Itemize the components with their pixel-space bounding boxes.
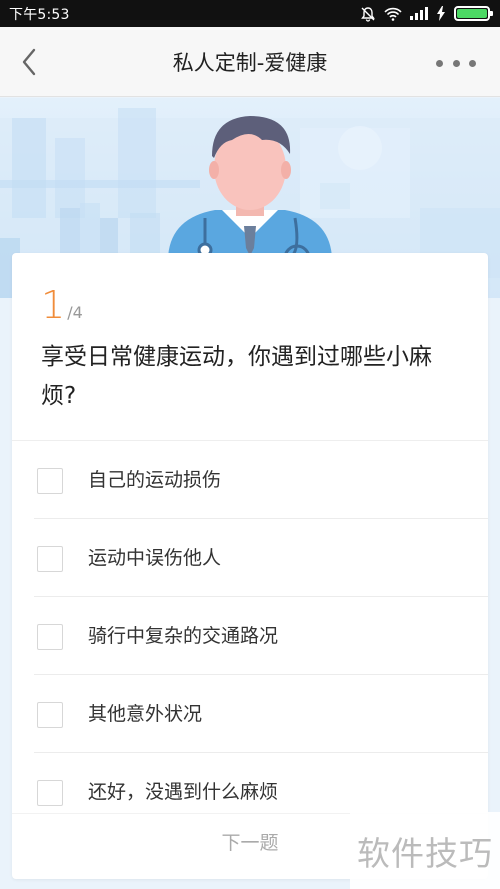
progress-total: /4 xyxy=(67,303,83,322)
question-card: 1 /4 享受日常健康运动，你遇到过哪些小麻烦? 自己的运动损伤 运动中误伤他人… xyxy=(12,253,488,879)
progress-current: 1 xyxy=(41,283,66,327)
title-bar: 私人定制-爱健康 xyxy=(0,27,500,97)
wifi-icon xyxy=(384,7,402,21)
question-progress: 1 /4 xyxy=(41,283,83,327)
more-dots-icon xyxy=(436,59,443,67)
option-label: 其他意外状况 xyxy=(88,703,203,725)
chevron-left-icon xyxy=(22,48,36,76)
option-label: 运动中误伤他人 xyxy=(88,547,222,569)
signal-icon xyxy=(410,7,428,20)
option-item[interactable]: 其他意外状况 xyxy=(12,675,488,753)
option-label: 还好，没遇到什么麻烦 xyxy=(88,781,279,803)
option-label: 自己的运动损伤 xyxy=(88,469,222,491)
option-item[interactable]: 自己的运动损伤 xyxy=(12,441,488,519)
status-bar: 下午5:53 xyxy=(0,0,500,27)
option-item[interactable]: 骑行中复杂的交通路况 xyxy=(12,597,488,675)
checkbox[interactable] xyxy=(37,702,63,728)
back-button[interactable] xyxy=(14,45,44,79)
status-time: 下午5:53 xyxy=(9,6,70,23)
options-list: 自己的运动损伤 运动中误伤他人 骑行中复杂的交通路况 其他意外状况 还好，没遇到… xyxy=(12,441,488,831)
checkbox[interactable] xyxy=(37,468,63,494)
status-icons xyxy=(360,6,493,22)
option-label: 骑行中复杂的交通路况 xyxy=(88,625,279,647)
bell-mute-icon xyxy=(360,6,376,22)
battery-icon xyxy=(454,6,493,21)
option-item[interactable]: 运动中误伤他人 xyxy=(12,519,488,597)
more-button[interactable] xyxy=(436,53,476,73)
page-title: 私人定制-爱健康 xyxy=(172,50,328,75)
checkbox[interactable] xyxy=(37,546,63,572)
checkbox[interactable] xyxy=(37,780,63,806)
charging-icon xyxy=(436,6,446,21)
checkbox[interactable] xyxy=(37,624,63,650)
question-text: 享受日常健康运动，你遇到过哪些小麻烦? xyxy=(41,344,432,409)
watermark: 软件技巧 xyxy=(350,812,500,889)
